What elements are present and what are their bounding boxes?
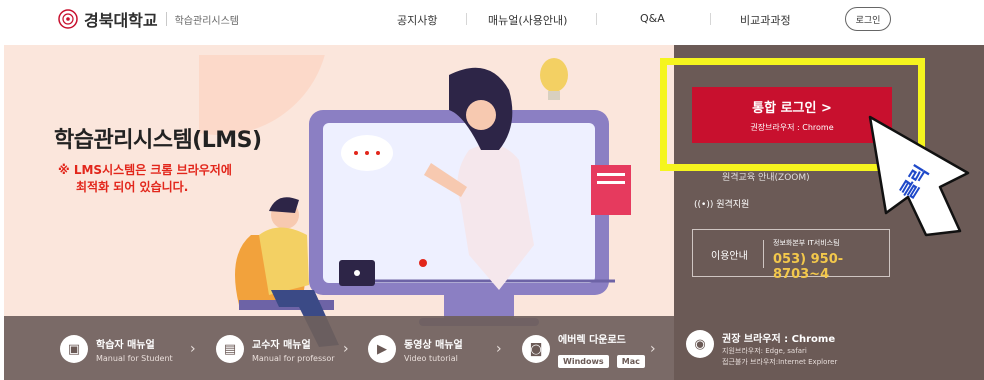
system-name: 학습관리시스템 (174, 15, 240, 27)
nav-manual[interactable]: 매뉴얼(사용안내) (488, 12, 567, 28)
nav-notice[interactable]: 공지사항 (397, 12, 437, 28)
video-manual-title: 동영상 매뉴얼 (404, 339, 463, 351)
professor-manual-link[interactable]: ▤ 교수자 매뉴얼 Manual for professor (216, 324, 335, 374)
browser-title: 권장 브라우저 : Chrome (722, 334, 836, 345)
student-manual-subtitle: Manual for Student (96, 353, 173, 363)
download-title: 에버렉 다운로드 (558, 334, 626, 346)
page-title: 학습관리시스템(LMS) (54, 128, 262, 153)
nav-divider (596, 13, 597, 25)
info-label: 이용안내 (711, 251, 748, 262)
browser-notice-line2: 최적화 되어 있습니다. (76, 180, 189, 194)
browser-notice-line1: ※ LMS시스템은 크롬 브라우저에 (58, 163, 232, 177)
student-manual-title: 학습자 매뉴얼 (96, 339, 155, 351)
video-icon: ▶ (368, 335, 396, 363)
mac-download-button[interactable]: Mac (616, 354, 645, 368)
top-header: 경북대학교 학습관리시스템 공지사항 매뉴얼(사용안내) Q&A 비교과과정 로… (0, 0, 984, 40)
chevron-right-icon: › (650, 341, 656, 357)
hero-illustration (199, 55, 631, 347)
download-section: ◙ 에버렉 다운로드 Windows Mac (522, 324, 648, 374)
logo[interactable]: 경북대학교 학습관리시스템 (58, 7, 239, 31)
nav-qna[interactable]: Q&A (640, 12, 665, 25)
logo-divider (165, 12, 167, 26)
video-manual-subtitle: Video tutorial (404, 353, 458, 363)
remote-support-link[interactable]: ((•)) 원격지원 (694, 197, 749, 210)
professor-manual-title: 교수자 매뉴얼 (252, 339, 311, 351)
windows-download-button[interactable]: Windows (558, 354, 609, 368)
recommended-browser-info: ◉ 권장 브라우저 : Chrome 지원브라우저: Edge, safari … (686, 330, 837, 367)
student-manual-icon: ▣ (60, 335, 88, 363)
browser-icon: ◉ (686, 330, 714, 358)
chevron-right-icon: › (190, 341, 196, 357)
nav-extracurricular[interactable]: 비교과과정 (740, 12, 791, 28)
chevron-right-icon: › (496, 341, 502, 357)
unsupported-browsers: 접근불가 브라우저:Internet Explorer (722, 358, 838, 366)
info-divider (763, 240, 764, 268)
professor-manual-subtitle: Manual for professor (252, 353, 335, 363)
student-manual-link[interactable]: ▣ 학습자 매뉴얼 Manual for Student (60, 324, 173, 374)
professor-manual-icon: ▤ (216, 335, 244, 363)
support-phone: 053) 950-8703~4 (773, 252, 844, 282)
video-manual-link[interactable]: ▶ 동영상 매뉴얼 Video tutorial (368, 324, 463, 374)
nav-divider (466, 13, 467, 25)
chevron-right-icon: › (343, 341, 349, 357)
university-emblem-icon (58, 9, 78, 29)
nav-divider (710, 13, 711, 25)
header-login-button[interactable]: 로그인 (845, 7, 891, 31)
supported-browsers: 지원브라우저: Edge, safari (722, 347, 807, 355)
university-name: 경북대학교 (84, 11, 158, 30)
download-icon: ◙ (522, 335, 550, 363)
support-department: 정보화본부 IT서비스팀 (773, 239, 840, 247)
zoom-guide-link[interactable]: 원격교육 안내(ZOOM) (722, 170, 810, 183)
